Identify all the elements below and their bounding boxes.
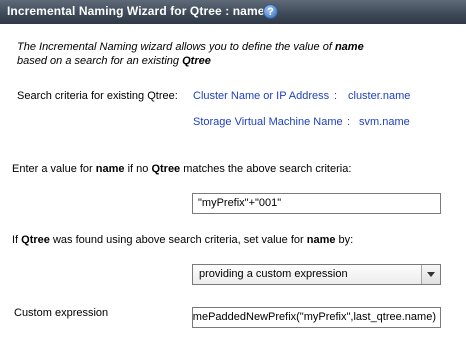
found-label: If Qtree was found using above search cr… bbox=[12, 234, 353, 246]
found-bold-2: name bbox=[306, 234, 336, 246]
found-bold-1: Qtree bbox=[21, 234, 50, 246]
criteria-name-cluster: Cluster Name or IP Address bbox=[193, 90, 330, 102]
criteria-sep-cluster: : bbox=[334, 90, 338, 102]
criteria-sep-svm: : bbox=[347, 116, 351, 128]
intro-bold-1: name bbox=[334, 41, 364, 53]
no-match-text-2: if no bbox=[124, 163, 152, 175]
no-match-text-3: matches the above search criteria: bbox=[180, 163, 352, 175]
found-text-3: by: bbox=[335, 234, 354, 246]
intro-line-1: The Incremental Naming wizard allows you… bbox=[17, 41, 364, 53]
custom-expression-input[interactable]: nextNamePaddedNewPrefix("myPrefix",last_… bbox=[192, 307, 441, 328]
criteria-value-svm: svm.name bbox=[359, 116, 410, 128]
title-bar: Incremental Naming Wizard for Qtree : na… bbox=[0, 0, 466, 24]
no-match-value-input[interactable]: "myPrefix"+"001" bbox=[192, 193, 441, 214]
custom-expression-value: nextNamePaddedNewPrefix("myPrefix",last_… bbox=[192, 311, 436, 323]
window-title: Incremental Naming Wizard for Qtree : na… bbox=[7, 4, 265, 18]
intro-line-2: based on a search for an existing Qtree bbox=[17, 55, 211, 67]
no-match-text-1: Enter a value for bbox=[12, 163, 96, 175]
found-text-1: If bbox=[12, 234, 22, 246]
value-method-selected: providing a custom expression bbox=[199, 268, 348, 280]
intro-text-2: based on a search for an existing bbox=[17, 55, 183, 67]
found-text-2: was found using above search criteria, s… bbox=[49, 234, 307, 246]
no-match-bold-1: name bbox=[95, 163, 125, 175]
chevron-down-icon[interactable] bbox=[421, 265, 440, 284]
help-icon[interactable]: ? bbox=[263, 4, 278, 19]
no-match-label: Enter a value for name if no Qtree match… bbox=[12, 163, 351, 175]
criteria-name-svm: Storage Virtual Machine Name bbox=[193, 116, 343, 128]
value-method-select[interactable]: providing a custom expression bbox=[192, 264, 441, 285]
intro-text-1: The Incremental Naming wizard allows you… bbox=[17, 41, 335, 53]
custom-expression-label: Custom expression bbox=[14, 307, 109, 319]
criteria-value-cluster: cluster.name bbox=[348, 90, 411, 102]
intro-bold-2: Qtree bbox=[182, 55, 211, 67]
no-match-bold-2: Qtree bbox=[151, 163, 181, 175]
search-criteria-label: Search criteria for existing Qtree: bbox=[17, 90, 178, 102]
